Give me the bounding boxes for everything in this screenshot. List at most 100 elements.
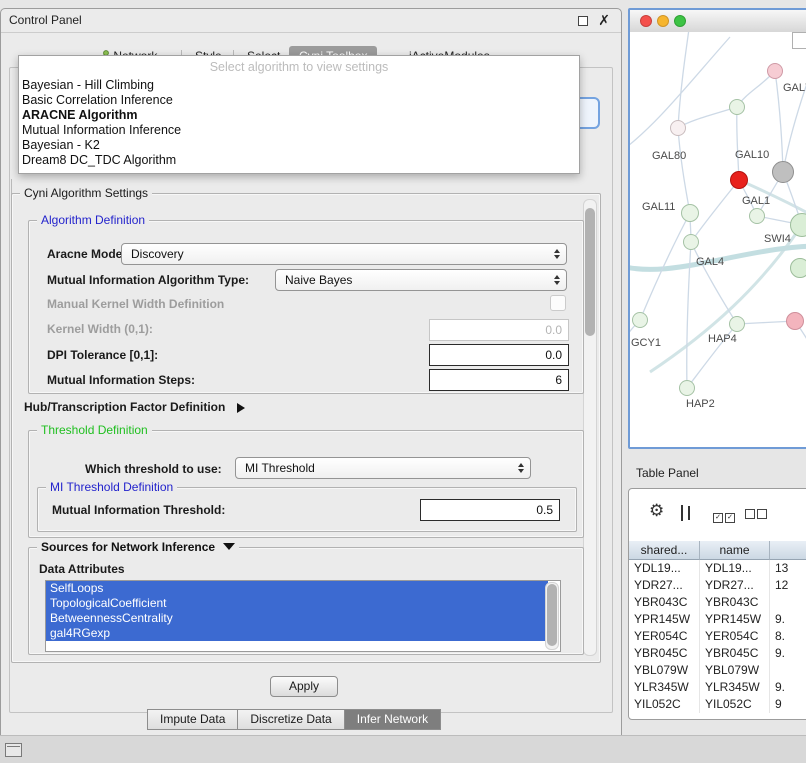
- node-label: GAL4: [696, 256, 724, 268]
- list-item[interactable]: SelfLoops: [46, 581, 548, 596]
- threshold-select[interactable]: MI Threshold: [235, 457, 531, 479]
- mi-steps-field[interactable]: 6: [429, 369, 569, 391]
- scrollbar-thumb[interactable]: [547, 584, 557, 646]
- show-columns-icon[interactable]: [681, 505, 683, 521]
- list-item[interactable]: BetweennessCentrality: [46, 611, 548, 626]
- cyni-algorithm-settings-group: Cyni Algorithm Settings Algorithm Defini…: [11, 193, 601, 663]
- table-row[interactable]: YDR27...YDR27...12: [629, 577, 806, 594]
- cell: [770, 594, 806, 611]
- cell: 8.: [770, 628, 806, 645]
- select-all-columns-icon[interactable]: ✓✓: [713, 508, 735, 523]
- cell: YDR27...: [700, 577, 770, 594]
- group-title: Threshold Definition: [37, 423, 152, 437]
- apply-button[interactable]: Apply: [270, 676, 338, 697]
- algorithm-option[interactable]: Mutual Information Inference: [19, 123, 579, 138]
- hub-definition-section[interactable]: Hub/Transcription Factor Definition: [24, 400, 245, 414]
- node-label: GAL7: [783, 82, 806, 94]
- table-row[interactable]: YER054CYER054C8.: [629, 628, 806, 645]
- network-node[interactable]: [681, 204, 699, 222]
- float-window-icon[interactable]: [578, 16, 588, 26]
- gear-icon[interactable]: ⚙: [649, 501, 664, 521]
- mi-steps-label: Mutual Information Steps:: [47, 373, 195, 387]
- tab-impute-data[interactable]: Impute Data: [147, 709, 238, 730]
- tab-infer-network[interactable]: Infer Network: [345, 709, 441, 730]
- algorithm-option[interactable]: Bayesian - K2: [19, 138, 579, 153]
- cell: YBL079W: [700, 662, 770, 679]
- cell: YLR345W: [629, 679, 700, 696]
- close-icon[interactable]: ✗: [598, 12, 610, 29]
- network-node[interactable]: [767, 63, 783, 79]
- mi-algorithm-type-select[interactable]: Naive Bayes: [275, 269, 567, 291]
- cell: YIL052C: [629, 696, 700, 713]
- attribute-list[interactable]: SelfLoops TopologicalCoefficient Between…: [45, 580, 561, 652]
- close-light-icon[interactable]: [640, 15, 652, 27]
- table-row[interactable]: YBL079WYBL079W: [629, 662, 806, 679]
- settings-scrollbar[interactable]: [583, 199, 597, 656]
- network-node[interactable]: [679, 380, 695, 396]
- sources-header[interactable]: Sources for Network Inference: [37, 540, 239, 554]
- tab-discretize-data[interactable]: Discretize Data: [238, 709, 344, 730]
- table-row[interactable]: YBR045CYBR045C9.: [629, 645, 806, 662]
- table-row[interactable]: YDL19...YDL19...13: [629, 560, 806, 577]
- network-node[interactable]: [729, 316, 745, 332]
- zoom-light-icon[interactable]: [674, 15, 686, 27]
- table-row[interactable]: YPR145WYPR145W9.: [629, 611, 806, 628]
- mi-threshold-label: Mutual Information Threshold:: [52, 503, 225, 517]
- network-node[interactable]: [670, 120, 686, 136]
- table-row[interactable]: YBR043CYBR043C: [629, 594, 806, 611]
- network-node-red[interactable]: [730, 171, 748, 189]
- table-panel-window: ⚙ ✓✓ shared... name YDL19...YDL19...13 Y…: [628, 488, 806, 720]
- list-item[interactable]: gal4RGexp: [46, 626, 548, 641]
- network-node[interactable]: [790, 258, 806, 278]
- panel-title: Control Panel: [9, 13, 82, 27]
- threshold-definition-group: Threshold Definition Which threshold to …: [28, 430, 584, 538]
- sources-title: Sources for Network Inference: [41, 540, 215, 554]
- network-node[interactable]: [632, 312, 648, 328]
- mi-threshold-group: MI Threshold Definition Mutual Informati…: [37, 487, 577, 532]
- algorithm-option[interactable]: Bayesian - Hill Climbing: [19, 78, 579, 93]
- group-title: Cyni Algorithm Settings: [20, 186, 152, 200]
- network-canvas[interactable]: GAL80 GAL10 GAL11 GAL1 SWI4 GAL4 GCY1 HA…: [630, 32, 806, 447]
- manual-kernel-checkbox: [550, 295, 566, 311]
- network-node-gray[interactable]: [772, 161, 794, 183]
- network-window-titlebar[interactable]: [630, 10, 806, 33]
- cell: 9.: [770, 611, 806, 628]
- network-node[interactable]: [729, 99, 745, 115]
- cell: YBR045C: [629, 645, 700, 662]
- network-node-pink[interactable]: [786, 312, 804, 330]
- hub-section-label: Hub/Transcription Factor Definition: [24, 400, 225, 414]
- aracne-mode-label: Aracne Mode:: [47, 247, 126, 261]
- cell: YDL19...: [629, 560, 700, 577]
- minimize-light-icon[interactable]: [657, 15, 669, 27]
- mi-threshold-field[interactable]: 0.5: [420, 499, 560, 521]
- cell: 9: [770, 696, 806, 713]
- cell: YER054C: [700, 628, 770, 645]
- canvas-corner-widget[interactable]: [792, 32, 806, 49]
- table-row[interactable]: YLR345WYLR345W9.: [629, 679, 806, 696]
- sources-group: Sources for Network Inference Data Attri…: [28, 547, 584, 655]
- dpi-tolerance-field[interactable]: 0.0: [429, 344, 569, 366]
- algorithm-option[interactable]: Basic Correlation Inference: [19, 93, 579, 108]
- list-scrollbar[interactable]: [545, 582, 559, 650]
- algorithm-option-selected[interactable]: ARACNE Algorithm: [19, 108, 579, 123]
- deselect-all-columns-icon[interactable]: [745, 508, 767, 522]
- table-row[interactable]: YIL052CYIL052C9: [629, 696, 806, 713]
- list-item[interactable]: TopologicalCoefficient: [46, 596, 548, 611]
- column-header[interactable]: name: [700, 541, 770, 560]
- dropdown-placeholder: Select algorithm to view settings: [19, 56, 579, 78]
- panel-toggle-icon[interactable]: [5, 743, 22, 757]
- algorithm-option[interactable]: Dream8 DC_TDC Algorithm: [19, 153, 579, 168]
- cell: YBR045C: [700, 645, 770, 662]
- group-title: Algorithm Definition: [37, 213, 149, 227]
- scrollbar-thumb[interactable]: [585, 208, 595, 336]
- bottom-tab-bar: Impute Data Discretize Data Infer Networ…: [147, 709, 441, 730]
- control-panel-titlebar: Control Panel ✗: [1, 9, 621, 33]
- cell: 12: [770, 577, 806, 594]
- node-label: HAP4: [708, 333, 737, 345]
- network-node[interactable]: [683, 234, 699, 250]
- column-header[interactable]: shared...: [629, 541, 700, 560]
- network-node[interactable]: [749, 208, 765, 224]
- aracne-mode-select[interactable]: Discovery: [121, 243, 567, 265]
- column-header[interactable]: [770, 541, 806, 560]
- cell: YBR043C: [700, 594, 770, 611]
